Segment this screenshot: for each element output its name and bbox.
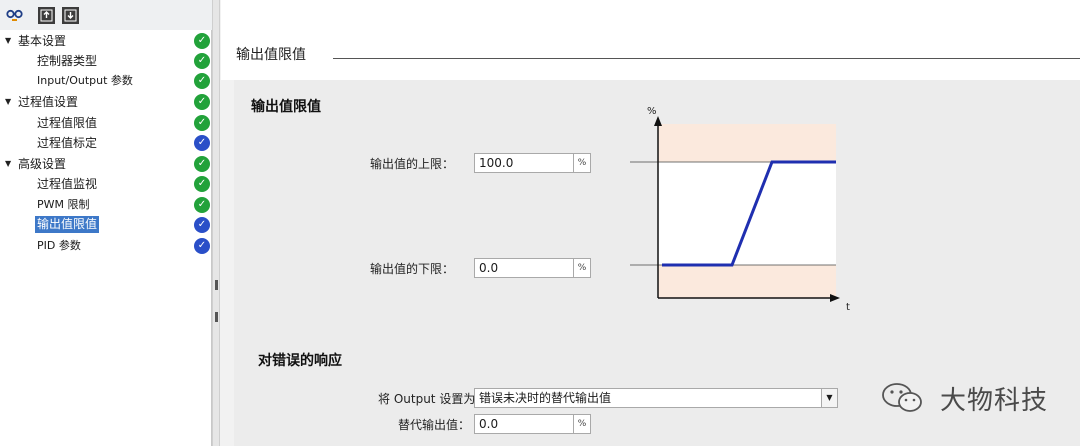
status-ok-icon: ✓: [194, 115, 210, 131]
group-title-output-limits: 输出值限值: [251, 99, 321, 115]
glasses-icon[interactable]: [6, 7, 23, 24]
tree-item-process-value-limits[interactable]: 过程值限值: [0, 113, 192, 133]
splitter-grip-icon[interactable]: [215, 312, 218, 322]
tree-item-label: 过程值设置: [18, 95, 79, 109]
set-output-label: 将 Output 设置为：: [378, 392, 488, 406]
status-default-icon: ✓: [194, 238, 210, 254]
tree-item-label: 输出值限值: [35, 216, 100, 233]
section-divider: [333, 58, 1080, 59]
upper-limit-label: 输出值的上限：: [370, 157, 455, 171]
status-ok-icon: ✓: [194, 156, 210, 172]
tree-item-controller-type[interactable]: 控制器类型: [0, 51, 192, 71]
tree-item-input-output-params[interactable]: Input/Output 参数: [0, 71, 192, 91]
tree-item-label: 过程值标定: [37, 136, 98, 150]
tree-item-pwm-limits[interactable]: PWM 限制: [0, 195, 192, 215]
group-title-error-response: 对错误的响应: [258, 353, 342, 369]
splitter-grip-icon[interactable]: [215, 280, 218, 290]
import-icon[interactable]: [62, 7, 79, 24]
lower-limit-unit: %: [573, 258, 591, 278]
tree-item-process-value-settings[interactable]: ▼ 过程值设置: [0, 92, 192, 112]
tree-item-label: 基本设置: [18, 34, 67, 48]
watermark-text: 大物科技: [940, 386, 1049, 416]
substitute-output-unit: %: [573, 414, 591, 434]
set-output-select[interactable]: 错误未决时的替代输出值 ▼: [474, 388, 838, 408]
status-ok-icon: ✓: [194, 94, 210, 110]
upper-limit-unit: %: [573, 153, 591, 173]
expand-arrow-icon[interactable]: ▼: [5, 31, 11, 51]
lower-limit-input[interactable]: 0.0: [474, 258, 574, 278]
tree-item-process-value-monitoring[interactable]: 过程值监视: [0, 174, 192, 194]
lower-band: [658, 265, 836, 298]
export-icon[interactable]: [38, 7, 55, 24]
upper-limit-input[interactable]: 100.0: [474, 153, 574, 173]
tree-item-output-value-limits[interactable]: 输出值限值: [0, 215, 192, 235]
tree-item-label: Input/Output 参数: [37, 74, 133, 87]
lower-limit-label: 输出值的下限：: [370, 262, 455, 276]
tree-item-pid-params[interactable]: PID 参数: [0, 236, 192, 256]
status-default-icon: ✓: [194, 135, 210, 151]
tree-item-basic-settings[interactable]: ▼ 基本设置: [0, 31, 192, 51]
status-ok-icon: ✓: [194, 53, 210, 69]
tree-item-process-value-scaling[interactable]: 过程值标定: [0, 133, 192, 153]
substitute-output-label: 替代输出值：: [398, 418, 471, 432]
tree-item-label: 过程值监视: [37, 177, 98, 191]
status-default-icon: ✓: [194, 217, 210, 233]
tree-item-label: PWM 限制: [37, 198, 90, 211]
tree-item-label: 高级设置: [18, 157, 67, 171]
tree-item-label: 过程值限值: [37, 116, 98, 130]
tree-item-label: PID 参数: [37, 239, 81, 252]
wechat-logo-icon: [882, 383, 922, 412]
status-ok-icon: ✓: [194, 176, 210, 192]
expand-arrow-icon[interactable]: ▼: [5, 92, 11, 112]
status-ok-icon: ✓: [194, 197, 210, 213]
expand-arrow-icon[interactable]: ▼: [5, 154, 11, 174]
x-axis-label: t: [846, 302, 850, 313]
status-ok-icon: ✓: [194, 73, 210, 89]
substitute-output-input[interactable]: 0.0: [474, 414, 574, 434]
main-header-area: [221, 0, 1080, 80]
y-axis-label: %: [647, 106, 657, 117]
tree-item-advanced-settings[interactable]: ▼ 高级设置: [0, 154, 192, 174]
y-axis-arrow-icon: [654, 116, 662, 126]
tree-item-label: 控制器类型: [37, 54, 98, 68]
navigation-pane: ▼ 基本设置 控制器类型 Input/Output 参数 ▼ 过程值设置 过程值…: [0, 0, 212, 446]
section-title: 输出值限值: [236, 47, 306, 63]
pane-splitter[interactable]: [212, 0, 220, 446]
status-ok-icon: ✓: [194, 33, 210, 49]
nav-toolbar: [0, 0, 212, 30]
dropdown-arrow-icon[interactable]: ▼: [821, 389, 837, 407]
upper-band: [658, 124, 836, 162]
output-limit-diagram: % t: [630, 106, 850, 313]
set-output-value: 错误未决时的替代输出值: [479, 391, 612, 405]
